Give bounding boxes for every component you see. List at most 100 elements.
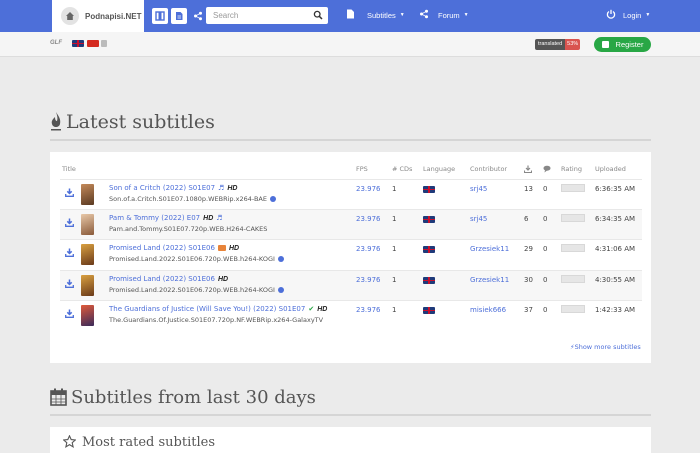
english-flag-icon: [423, 246, 435, 253]
table-row[interactable]: Son of a Critch (2022) S01E07 ♬ HD Son.of.…: [60, 179, 642, 209]
comments-value: 0: [543, 306, 548, 314]
info-icon[interactable]: [277, 287, 284, 293]
col-downloads-icon[interactable]: [523, 165, 533, 175]
release-name: Promised.Land.2022.S01E06.720p.WEB.h264-…: [109, 255, 284, 263]
translated-label: translated: [535, 39, 566, 50]
col-fps[interactable]: FPS: [356, 165, 368, 173]
poster-thumbnail[interactable]: [81, 214, 94, 235]
translated-pct: 53%: [565, 39, 581, 50]
cc-icon: [217, 245, 226, 251]
fps-value[interactable]: 23.976: [356, 185, 381, 193]
top-navbar: Podnapisi.NET Subtitles ▼ Forum ▼ Login …: [0, 0, 700, 32]
download-icon[interactable]: [65, 188, 74, 199]
col-title[interactable]: Title: [62, 165, 76, 173]
film-icon[interactable]: [152, 8, 168, 24]
english-flag-icon: [423, 277, 435, 284]
download-icon[interactable]: [65, 218, 74, 229]
downloads-value: 13: [524, 185, 533, 193]
rating-bar: [561, 214, 585, 222]
col-contributor[interactable]: Contributor: [470, 165, 507, 173]
nav-subtitles[interactable]: Subtitles ▼: [346, 9, 405, 21]
fps-value[interactable]: 23.976: [356, 215, 381, 223]
title-text: Pam & Tommy (2022) E07: [109, 214, 201, 222]
mk-flag-icon[interactable]: [87, 40, 99, 47]
release-name: Pam.and.Tommy.S01E07.720p.WEB.H264-CAKES: [109, 225, 267, 233]
table-row[interactable]: Promised Land (2022) S01E06 HD Promised.L…: [60, 270, 642, 300]
english-flag-icon: [423, 216, 435, 223]
share-icon[interactable]: [190, 8, 206, 24]
subtitle-title[interactable]: Pam & Tommy (2022) E07 HD ♬: [109, 214, 223, 222]
cds-value: 1: [392, 245, 397, 253]
uk-flag-icon[interactable]: [72, 40, 84, 47]
col-language[interactable]: Language: [423, 165, 455, 173]
nav-login[interactable]: Login ▼: [606, 9, 650, 21]
download-icon[interactable]: [65, 279, 74, 290]
brand[interactable]: Podnapisi.NET: [52, 0, 144, 32]
release-text: Son.of.a.Critch.S01E07.1080p.WEBRip.x264…: [109, 195, 267, 203]
fps-value[interactable]: 23.976: [356, 306, 381, 314]
contributor-link[interactable]: misiek666: [470, 306, 506, 314]
contributor-link[interactable]: srj45: [470, 215, 487, 223]
poster-thumbnail[interactable]: [81, 305, 94, 326]
contributor-link[interactable]: Grzesiek11: [470, 276, 509, 284]
fps-value[interactable]: 23.976: [356, 276, 381, 284]
latest-subtitles-panel: Title FPS # CDs Language Contributor Rat…: [50, 152, 651, 363]
uploaded-value: 4:30:55 AM: [595, 276, 636, 284]
table-row[interactable]: Promised Land (2022) S01E06 HD Promised.L…: [60, 239, 642, 269]
music-icon: ♬: [216, 214, 223, 222]
title-text: The Guardians of Justice (Will Save You!…: [109, 305, 306, 313]
comments-value: 0: [543, 185, 548, 193]
col-rating[interactable]: Rating: [561, 165, 582, 173]
info-icon[interactable]: [277, 256, 284, 262]
english-flag-icon: [423, 307, 435, 314]
cds-value: 1: [392, 306, 397, 314]
most-rated-title: Most rated subtitles: [82, 434, 215, 450]
downloads-value: 29: [524, 245, 533, 253]
register-button[interactable]: Register: [594, 37, 651, 52]
release-name: Promised.Land.2022.S01E06.720p.WEB.h264-…: [109, 286, 284, 294]
release-text: Pam.and.Tommy.S01E07.720p.WEB.H264-CAKES: [109, 225, 268, 233]
contributor-link[interactable]: Grzesiek11: [470, 245, 509, 253]
poster-thumbnail[interactable]: [81, 275, 94, 296]
download-icon[interactable]: [65, 309, 74, 320]
info-icon[interactable]: [269, 196, 276, 202]
search-box: [206, 7, 328, 24]
table-row[interactable]: Pam & Tommy (2022) E07 HD ♬ Pam.and.Tommy.…: [60, 209, 642, 239]
last-30-days-title: Subtitles from last 30 days: [71, 387, 316, 408]
more-languages-icon[interactable]: [101, 40, 107, 47]
hd-badge: HD: [203, 214, 214, 222]
download-icon[interactable]: [65, 248, 74, 259]
release-text: Promised.Land.2022.S01E06.720p.WEB.h264-…: [109, 255, 275, 263]
glf-link[interactable]: GLF: [50, 40, 62, 46]
fire-icon: [50, 111, 62, 133]
col-comments-icon[interactable]: [543, 165, 552, 175]
edit-icon: [601, 41, 609, 48]
search-input[interactable]: [213, 8, 313, 23]
show-more-link[interactable]: ⚡Show more subtitles: [570, 343, 641, 351]
search-icon[interactable]: [313, 10, 323, 22]
subtitle-title[interactable]: Promised Land (2022) S01E06 HD: [109, 275, 228, 283]
poster-thumbnail[interactable]: [81, 184, 94, 205]
nav-subtitles-label: Subtitles: [367, 10, 396, 20]
subtitle-title[interactable]: Son of a Critch (2022) S01E07 ♬ HD: [109, 184, 237, 192]
document-icon[interactable]: [171, 8, 187, 24]
downloads-value: 6: [524, 215, 529, 223]
comments-value: 0: [543, 215, 548, 223]
release-text: The.Guardians.Of.Justice.S01E07.720p.NF.…: [109, 316, 324, 324]
nav-forum[interactable]: Forum ▼: [419, 9, 469, 21]
col-uploaded[interactable]: Uploaded: [595, 165, 626, 173]
subtitle-title[interactable]: Promised Land (2022) S01E06 HD: [109, 244, 239, 252]
release-text: Promised.Land.2022.S01E06.720p.WEB.h264-…: [109, 286, 275, 294]
col-cds[interactable]: # CDs: [392, 165, 412, 173]
contributor-link[interactable]: srj45: [470, 185, 487, 193]
register-label: Register: [615, 40, 644, 49]
hd-badge: HD: [228, 244, 240, 252]
table-row[interactable]: The Guardians of Justice (Will Save You!…: [60, 300, 642, 330]
poster-thumbnail[interactable]: [81, 244, 94, 265]
calendar-icon: [50, 388, 67, 408]
subtitle-title[interactable]: The Guardians of Justice (Will Save You!…: [109, 305, 327, 313]
fps-value[interactable]: 23.976: [356, 245, 381, 253]
cds-value: 1: [392, 276, 397, 284]
latest-subtitles-heading: Latest subtitles: [50, 105, 651, 141]
downloads-value: 37: [524, 306, 533, 314]
